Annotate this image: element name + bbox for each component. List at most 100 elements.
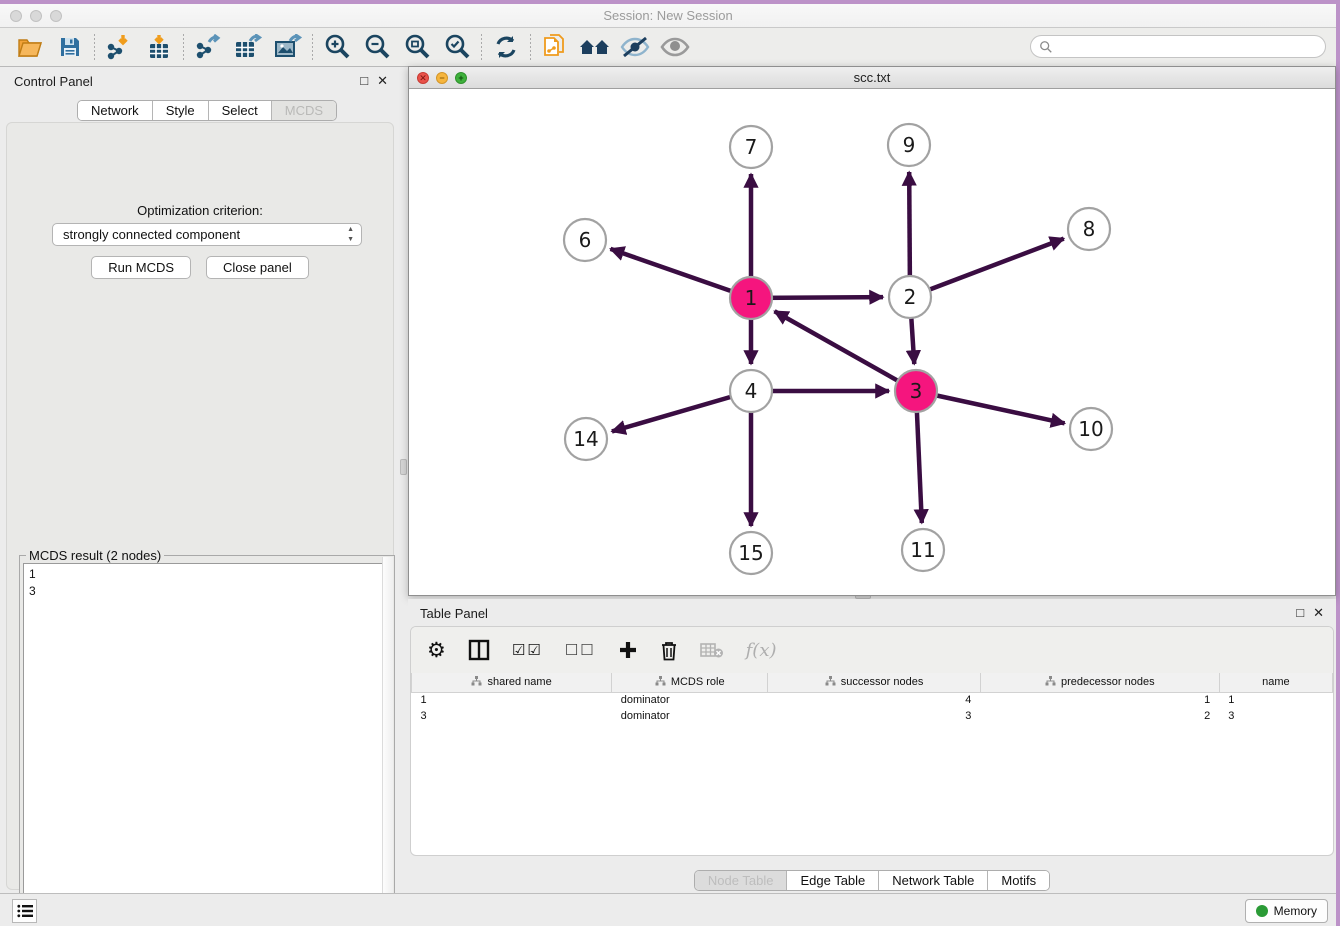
graph-edge-3-1[interactable]	[775, 311, 916, 391]
show-column-panel-icon[interactable]	[468, 639, 490, 661]
graph-node-11[interactable]: 11	[902, 529, 944, 571]
table-cell[interactable]: 4	[768, 692, 981, 708]
column-header-shared-name[interactable]: shared name	[412, 673, 612, 692]
table-cell[interactable]: dominator	[612, 708, 768, 724]
new-network-from-selection-icon[interactable]	[535, 32, 575, 62]
network-graph: 7 9 6 8 1 2 4 3 14 10 15 11	[409, 89, 1335, 595]
graph-node-label: 14	[573, 427, 598, 451]
node-table: shared nameMCDS rolesuccessor nodesprede…	[411, 673, 1333, 724]
zoom-selected-icon[interactable]	[437, 32, 477, 62]
show-all-icon[interactable]	[655, 32, 695, 62]
delete-column-trash-icon[interactable]	[660, 640, 678, 661]
export-table-icon[interactable]	[228, 32, 268, 62]
select-all-columns-icon[interactable]: ☑☑	[512, 641, 543, 659]
memory-button[interactable]: Memory	[1245, 899, 1328, 923]
task-history-button[interactable]	[12, 899, 37, 923]
close-panel-icon[interactable]: ✕	[1313, 605, 1324, 621]
search-input[interactable]	[1053, 38, 1325, 56]
tab-network-table[interactable]: Network Table	[879, 871, 988, 890]
graph-node-1[interactable]: 1	[730, 277, 772, 319]
create-column-plus-icon[interactable]	[618, 640, 638, 660]
graph-node-label: 6	[579, 228, 592, 252]
save-session-icon[interactable]	[50, 32, 90, 62]
graph-edge-2-8[interactable]	[910, 239, 1064, 297]
close-panel-icon[interactable]: ✕	[377, 73, 388, 89]
column-header-predecessor-nodes[interactable]: predecessor nodes	[980, 673, 1219, 692]
first-neighbors-icon[interactable]	[575, 32, 615, 62]
mcds-result-scrollbar[interactable]	[382, 557, 393, 926]
graph-node-6[interactable]: 6	[564, 219, 606, 261]
graph-node-label: 11	[910, 538, 935, 562]
graph-node-14[interactable]: 14	[565, 418, 607, 460]
hide-selected-icon[interactable]	[615, 32, 655, 62]
vertical-splitter-handle[interactable]	[400, 459, 407, 475]
table-cell[interactable]: 3	[768, 708, 981, 724]
mcds-result-text[interactable]: 13	[23, 563, 391, 926]
float-panel-icon[interactable]: □	[1296, 605, 1304, 621]
application-window: Session: New Session	[0, 4, 1336, 926]
zoom-in-icon[interactable]	[317, 32, 357, 62]
zoom-out-icon[interactable]	[357, 32, 397, 62]
deselect-all-columns-icon[interactable]: ☐☐	[565, 641, 596, 659]
column-flow-icon	[471, 676, 482, 689]
run-mcds-button[interactable]: Run MCDS	[91, 256, 191, 279]
graph-node-2[interactable]: 2	[889, 276, 931, 318]
import-table-icon[interactable]	[139, 32, 179, 62]
graph-node-10[interactable]: 10	[1070, 408, 1112, 450]
memory-label: Memory	[1274, 904, 1317, 918]
column-header-MCDS-role[interactable]: MCDS role	[612, 673, 768, 692]
table-row[interactable]: 1dominator411	[412, 692, 1333, 708]
list-icon	[17, 904, 33, 918]
optimization-criterion-select[interactable]: strongly connected component ▲▼	[52, 223, 362, 246]
control-panel-header: Control Panel □ ✕	[0, 67, 400, 95]
table-cell[interactable]: 3	[412, 708, 612, 724]
column-flow-icon	[655, 676, 666, 689]
graph-node-7[interactable]: 7	[730, 126, 772, 168]
graph-edge-1-6[interactable]	[610, 249, 751, 298]
mcds-panel-body: Optimization criterion: strongly connect…	[6, 122, 394, 890]
control-panel: Control Panel □ ✕ NetworkStyleSelectMCDS…	[0, 67, 400, 897]
table-cell[interactable]: 1	[412, 692, 612, 708]
column-header-name[interactable]: name	[1219, 673, 1332, 692]
table-settings-gear-icon[interactable]: ⚙	[427, 638, 446, 663]
graph-node-label: 2	[904, 285, 917, 309]
graph-node-label: 8	[1083, 217, 1096, 241]
zoom-fit-icon[interactable]	[397, 32, 437, 62]
window-title: Session: New Session	[0, 8, 1336, 23]
import-network-icon[interactable]	[99, 32, 139, 62]
export-image-icon[interactable]	[268, 32, 308, 62]
table-cell[interactable]: 1	[1219, 692, 1332, 708]
tab-edge-table[interactable]: Edge Table	[787, 871, 879, 890]
graph-node-9[interactable]: 9	[888, 124, 930, 166]
graph-node-3[interactable]: 3	[895, 370, 937, 412]
graph-node-4[interactable]: 4	[730, 370, 772, 412]
open-file-icon[interactable]	[10, 32, 50, 62]
tab-node-table[interactable]: Node Table	[695, 871, 788, 890]
graph-edge-3-10[interactable]	[916, 391, 1065, 423]
table-cell[interactable]: 1	[980, 692, 1219, 708]
close-panel-button[interactable]: Close panel	[206, 256, 309, 279]
float-panel-icon[interactable]: □	[360, 73, 368, 89]
tab-style[interactable]: Style	[153, 101, 209, 120]
graph-node-label: 3	[910, 379, 923, 403]
tab-mcds[interactable]: MCDS	[272, 101, 336, 120]
graph-node-15[interactable]: 15	[730, 532, 772, 574]
table-cell[interactable]: dominator	[612, 692, 768, 708]
toolbar-separator	[183, 34, 184, 60]
tab-select[interactable]: Select	[209, 101, 272, 120]
graph-node-label: 1	[745, 286, 758, 310]
select-stepper-icon: ▲▼	[347, 225, 354, 245]
export-network-icon[interactable]	[188, 32, 228, 62]
tab-network[interactable]: Network	[78, 101, 153, 120]
table-cell[interactable]: 2	[980, 708, 1219, 724]
mcds-result-groupbox: MCDS result (2 nodes) 13	[19, 555, 395, 926]
tab-motifs[interactable]: Motifs	[988, 871, 1049, 890]
graph-node-8[interactable]: 8	[1068, 208, 1110, 250]
table-cell[interactable]: 3	[1219, 708, 1332, 724]
network-canvas[interactable]: 7 9 6 8 1 2 4 3 14 10 15 11	[409, 89, 1335, 595]
table-row[interactable]: 3dominator323	[412, 708, 1333, 724]
column-header-successor-nodes[interactable]: successor nodes	[768, 673, 981, 692]
function-builder-icon: f(x)	[746, 640, 777, 661]
refresh-layout-icon[interactable]	[486, 32, 526, 62]
table-toolbar: ⚙ ☑☑ ☐☐ f(x)	[411, 627, 1333, 673]
